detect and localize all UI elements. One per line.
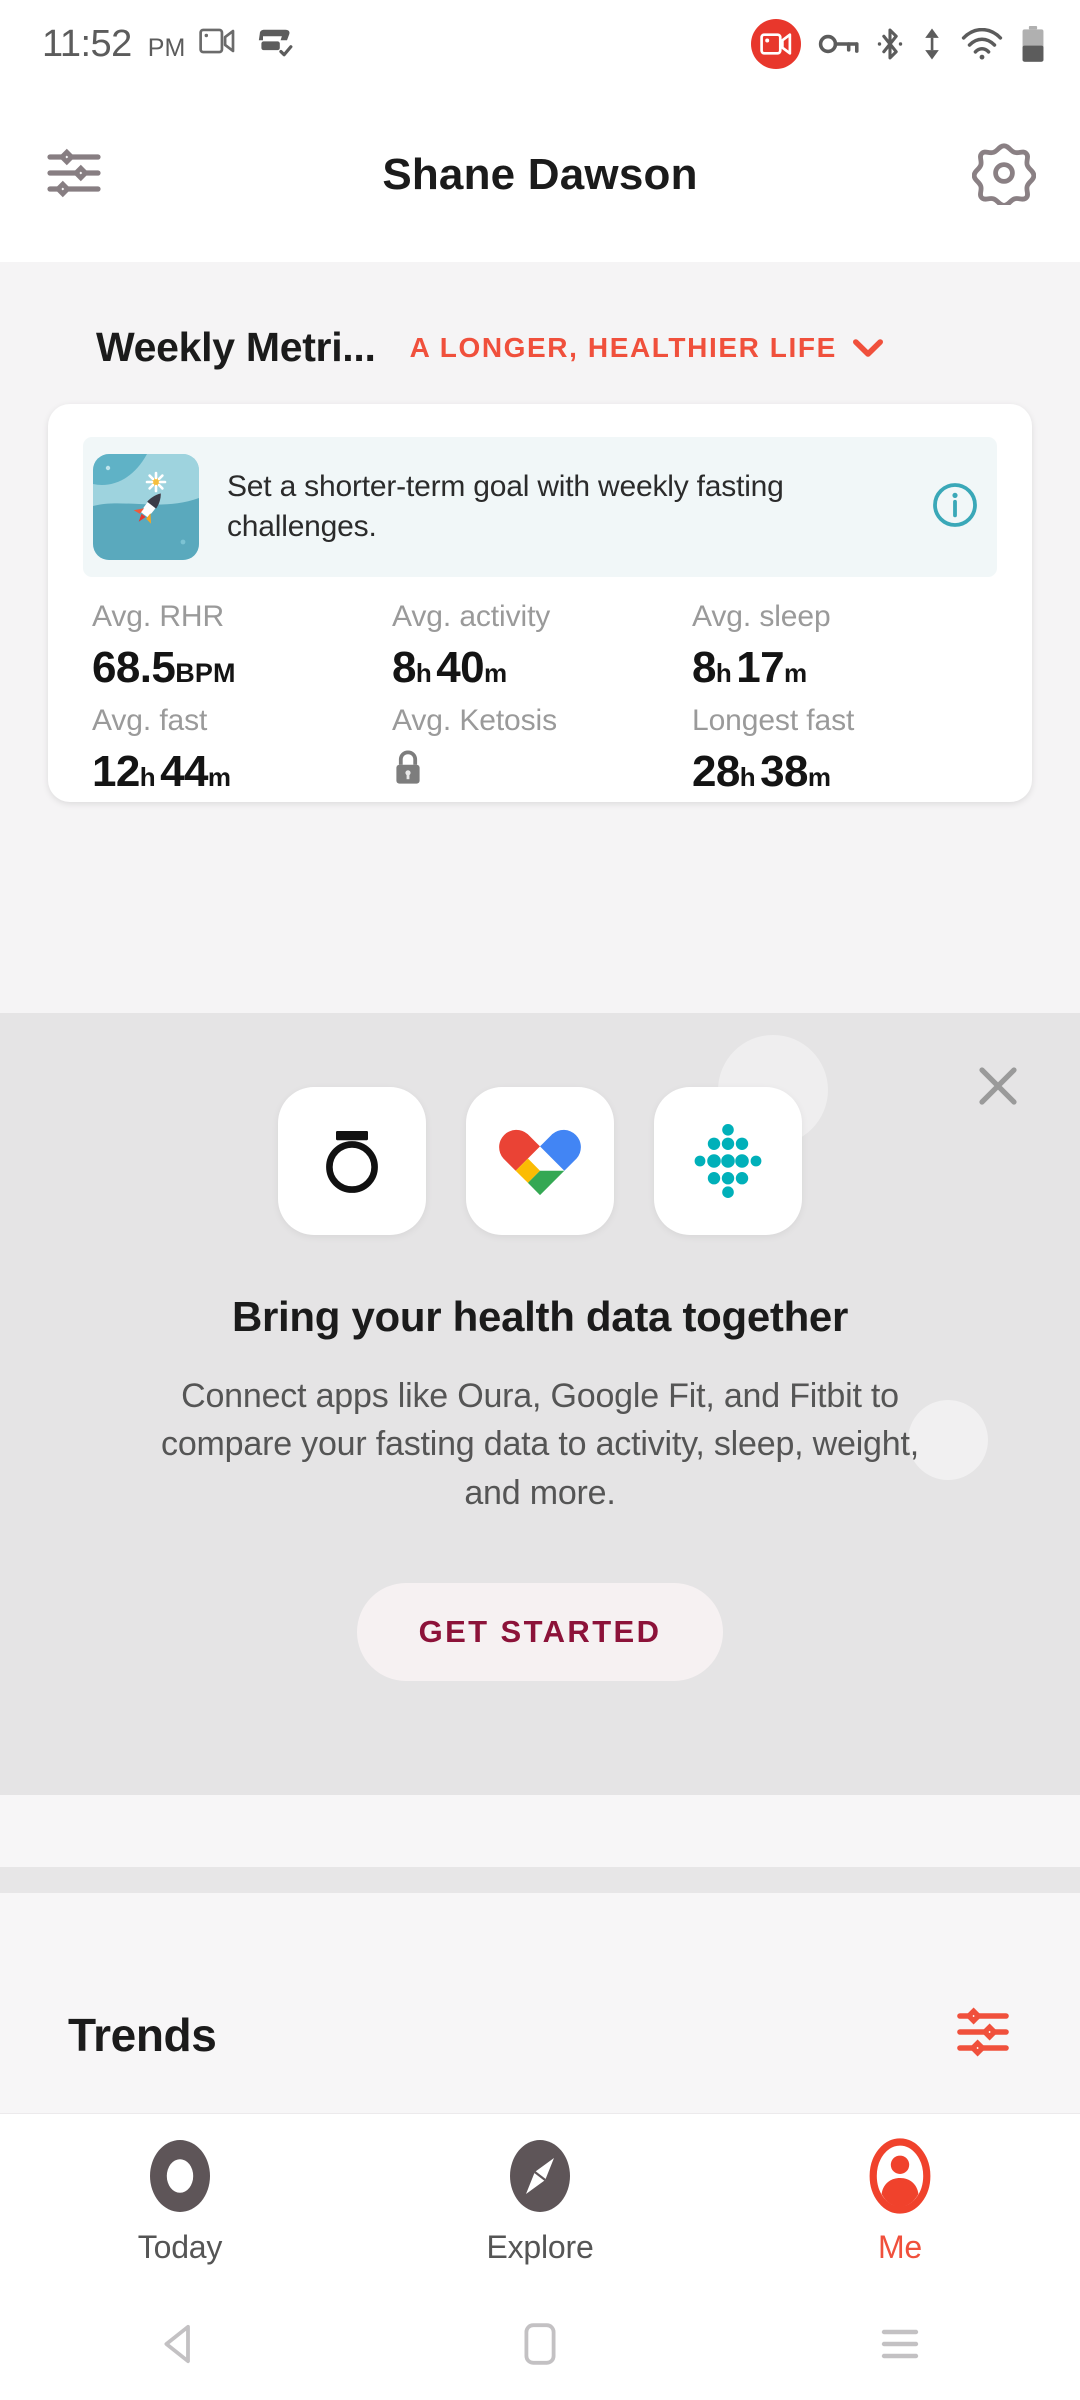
weekly-metrics-card: Set a shorter-term goal with weekly fast… [48, 404, 1032, 802]
vpn-glasses-icon [259, 29, 293, 57]
battery-icon [1022, 25, 1044, 62]
metrics-grid: Avg. RHR 68.5BPM Avg. activity 8h 40m Av… [92, 600, 992, 808]
metric-number: 28 [692, 747, 740, 796]
metric-avg-activity: Avg. activity 8h 40m [392, 600, 692, 704]
metric-avg-fast: Avg. fast 12h 44m [92, 704, 392, 808]
metric-unit: h [415, 658, 432, 688]
status-bar-notification-icons [199, 25, 295, 57]
google-fit-icon[interactable] [466, 1087, 614, 1235]
metric-number-2: 17 [736, 643, 784, 692]
sliders-icon[interactable] [44, 146, 106, 205]
metric-label: Avg. sleep [692, 600, 831, 633]
metric-unit: h [739, 762, 756, 792]
metric-unit: BPM [175, 658, 236, 688]
tab-me[interactable]: Me [720, 2114, 1080, 2266]
metric-value: 8h 40m [392, 643, 692, 693]
metric-label: Longest fast [692, 704, 855, 737]
promo-heading: Bring your health data together [231, 1293, 849, 1340]
rocket-illustration [93, 454, 199, 560]
tab-label-me: Me [877, 2229, 923, 2265]
ring-icon [150, 2140, 210, 2212]
close-icon[interactable] [962, 1050, 1034, 1122]
tab-today[interactable]: Today [0, 2114, 360, 2266]
home-square-icon[interactable] [360, 2320, 720, 2368]
tab-label-explore: Explore [486, 2229, 594, 2265]
wifi-icon [961, 28, 1003, 60]
app-screen: 11:52 PM Shane Dawson Weekly Metri... A … [0, 0, 1080, 2400]
person-icon [869, 2138, 931, 2214]
metric-longest-fast: Longest fast 28h 38m [692, 704, 992, 808]
clock-time: 11:52 [42, 22, 132, 65]
metric-value: 8h 17m [692, 643, 992, 693]
recents-lines-icon[interactable] [720, 2322, 1080, 2366]
chevron-down-icon [852, 338, 883, 357]
status-bar: 11:52 PM [0, 0, 1080, 88]
android-nav-bar [0, 2287, 1080, 2400]
metric-unit: h [139, 762, 156, 792]
trends-section: Trends [0, 1893, 1080, 2113]
goal-label: A LONGER, HEALTHIER LIFE [409, 331, 837, 363]
section-divider [0, 1867, 1080, 1893]
vpn-key-icon [818, 34, 859, 54]
metric-number-2: 38 [760, 747, 808, 796]
metric-unit-2: m [483, 658, 508, 688]
metric-unit: h [715, 658, 732, 688]
trends-title: Trends [68, 2008, 217, 2061]
back-triangle-icon[interactable] [0, 2320, 360, 2368]
get-started-button[interactable]: GET STARTED [357, 1583, 723, 1681]
section-gap [0, 1795, 1080, 1867]
bottom-tab-bar: Today Explore Me [0, 2113, 1080, 2287]
tab-explore[interactable]: Explore [360, 2114, 720, 2266]
screen-record-icon [199, 28, 235, 54]
metric-value: 68.5BPM [92, 643, 392, 693]
metric-value: 12h 44m [92, 747, 392, 797]
weekly-metrics-section: Weekly Metri... A LONGER, HEALTHIER LIFE [0, 262, 1080, 1013]
fasting-challenge-banner[interactable]: Set a shorter-term goal with weekly fast… [83, 437, 997, 577]
trends-header: Trends [0, 2005, 1080, 2064]
clock-ampm: PM [147, 33, 186, 62]
metric-label: Avg. RHR [92, 600, 225, 633]
metric-number: 68.5 [92, 643, 176, 692]
recording-badge-icon [751, 19, 801, 69]
bluetooth-icon [877, 28, 903, 60]
weekly-metrics-header: Weekly Metri... A LONGER, HEALTHIER LIFE [0, 262, 1080, 371]
page-title: Shane Dawson [382, 150, 698, 199]
status-bar-left: 11:52 PM [42, 23, 185, 66]
sliders-filter-icon[interactable] [952, 2005, 1014, 2064]
metric-unit-2: m [207, 762, 231, 792]
metric-avg-rhr: Avg. RHR 68.5BPM [92, 600, 392, 704]
metric-unit-2: m [783, 658, 808, 688]
app-header: Shane Dawson [0, 88, 1080, 262]
info-icon[interactable] [931, 481, 979, 534]
metric-avg-ketosis: Avg. Ketosis [392, 704, 692, 808]
status-bar-system-icons [751, 19, 1046, 69]
gear-icon[interactable] [971, 141, 1037, 210]
metric-label: Avg. activity [392, 600, 551, 633]
tab-label-today: Today [137, 2229, 223, 2265]
metric-label: Avg. fast [92, 704, 208, 737]
fasting-challenge-text: Set a shorter-term goal with weekly fast… [227, 470, 784, 543]
metric-value: 28h 38m [692, 747, 992, 797]
integration-app-tiles [0, 1087, 1080, 1235]
promo-body-text: Connect apps like Oura, Google Fit, and … [161, 1377, 919, 1512]
metric-unit-2: m [807, 762, 831, 792]
weekly-metrics-title: Weekly Metri... [96, 324, 376, 370]
metric-number-2: 40 [436, 643, 484, 692]
metric-number: 8 [392, 643, 416, 692]
compass-icon [510, 2140, 570, 2212]
metric-number: 8 [692, 643, 716, 692]
lock-icon[interactable] [392, 748, 692, 793]
metric-label: Avg. Ketosis [392, 704, 558, 737]
fitbit-icon[interactable] [654, 1087, 802, 1235]
metric-number-2: 44 [160, 747, 208, 796]
goal-selector[interactable]: A LONGER, HEALTHIER LIFE [410, 332, 883, 364]
metric-avg-sleep: Avg. sleep 8h 17m [692, 600, 992, 704]
data-transfer-icon [925, 28, 939, 60]
metric-number: 12 [92, 747, 140, 796]
oura-icon[interactable] [278, 1087, 426, 1235]
